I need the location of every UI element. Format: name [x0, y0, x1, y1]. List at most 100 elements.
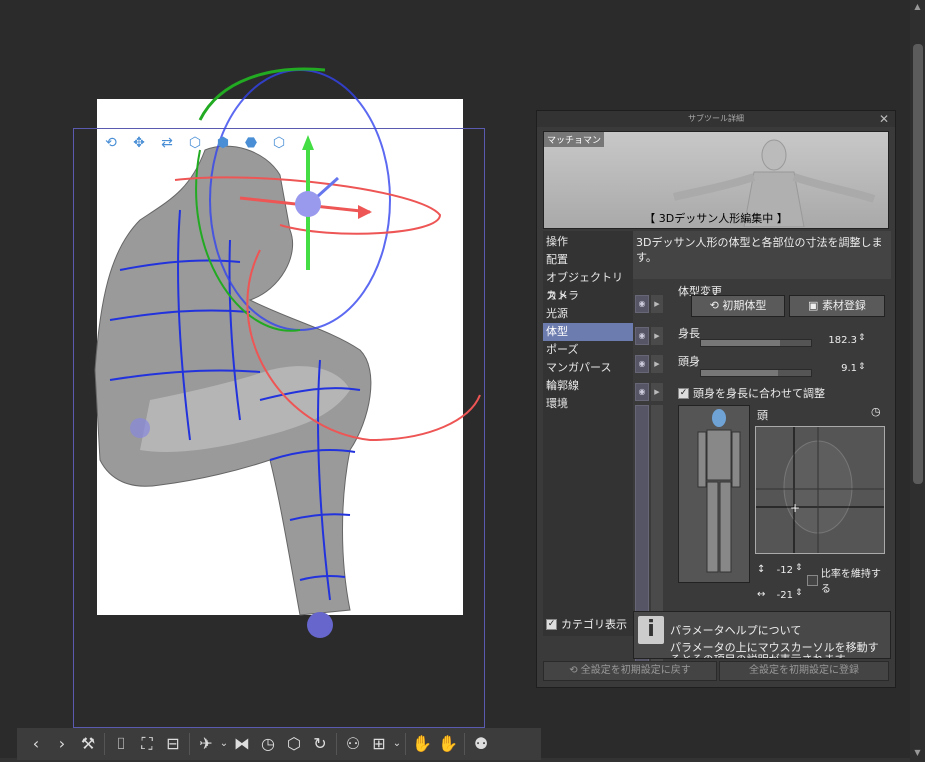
scroll-down-icon[interactable]: ▼	[911, 748, 924, 758]
figure-preview: マッチョマン 【 3Dデッサン人形編集中 】	[543, 131, 889, 229]
register-material-label: 素材登録	[821, 299, 866, 312]
category-item-light[interactable]: 光源	[543, 305, 633, 323]
register-material-button[interactable]: ▣ 素材登録	[789, 295, 885, 317]
right-hand-icon[interactable]: ✋	[435, 731, 461, 757]
object-ground-icon[interactable]: ⬡	[268, 134, 290, 152]
toolbar-divider	[464, 733, 465, 755]
fit-icon[interactable]: ⛶	[134, 731, 160, 757]
3d-figure-model[interactable]	[0, 0, 520, 700]
reset-icon: ⟲	[709, 299, 723, 312]
head-to-height-label: 頭身を身長に合わせて調整	[693, 387, 825, 400]
object-turn-icon[interactable]: ⬣	[240, 134, 262, 152]
height-value[interactable]: 182.3	[815, 335, 857, 346]
next-icon[interactable]: ›	[49, 731, 75, 757]
register-initial-button[interactable]: 全設定を初期設定に登録	[719, 661, 889, 681]
expand-arrow-icon[interactable]: ▶	[651, 355, 663, 373]
category-item-manga-perspective[interactable]: マンガパース	[543, 359, 633, 377]
expand-arrow-icon[interactable]: ▶	[651, 295, 663, 313]
head-outline-icon: +	[756, 427, 884, 553]
scroll-up-icon[interactable]: ▲	[911, 2, 924, 12]
save-icon[interactable]: ⬡	[281, 731, 307, 757]
height-slider[interactable]	[700, 339, 812, 347]
chevron-down-icon[interactable]: ⌄	[392, 731, 402, 757]
body-part-figure-icon	[697, 409, 741, 573]
horizontal-arrow-icon: ↔	[757, 589, 766, 600]
eye-icon[interactable]: ◉	[635, 295, 649, 313]
parameter-help: i パラメータヘルプについて パラメータの上にマウスカーソルを移動するとその項目…	[633, 611, 891, 659]
expand-arrow-icon[interactable]: ▶	[651, 383, 663, 401]
category-item-environment[interactable]: 環境	[543, 395, 633, 413]
vertical-arrow-icon: ↕	[757, 564, 766, 575]
preview-model-name: マッチョマン	[544, 132, 605, 147]
height-slider-fill	[701, 340, 781, 346]
head-to-height-toggle[interactable]: ✓ 頭身を身長に合わせて調整	[678, 385, 825, 401]
rotate-icon[interactable]: ↻	[307, 731, 333, 757]
panel-bottom-bar: ⟲ 全設定を初期設定に戻す 全設定を初期設定に登録	[543, 661, 889, 681]
category-item-operation[interactable]: 操作	[543, 233, 633, 251]
body-shape-properties: 体型変更 ⟲ 初期体型 ▣ 素材登録 身長 182.3 ⇕ 頭身 9.1 ⇕ ✓…	[675, 283, 890, 613]
model-icon[interactable]: ⚉	[468, 731, 494, 757]
vertical-spinner-icon[interactable]: ⇕	[795, 563, 803, 573]
expand-arrow-icon[interactable]: ▶	[651, 327, 663, 345]
horizontal-spinner-icon[interactable]: ⇕	[795, 588, 803, 598]
category-display-checkbox[interactable]: ✓	[546, 618, 557, 630]
part-reset-icon[interactable]: ◷	[871, 405, 881, 418]
close-icon[interactable]: ✕	[879, 111, 889, 127]
eye-icon[interactable]: ◉	[635, 383, 649, 401]
category-item-camera[interactable]: カメラ	[543, 287, 633, 305]
wrench-icon[interactable]: ⚒	[75, 731, 101, 757]
initial-body-button[interactable]: ⟲ 初期体型	[691, 295, 785, 317]
body-icon[interactable]: ⊞	[366, 731, 392, 757]
head-to-height-checkbox[interactable]: ✓	[678, 387, 689, 399]
info-icon: i	[638, 616, 664, 644]
camera-icon[interactable]: ⌷	[108, 731, 134, 757]
svg-text:+: +	[790, 501, 800, 515]
eye-icon[interactable]: ◉	[635, 355, 649, 373]
figure-icon[interactable]: ⚇	[340, 731, 366, 757]
category-list: 操作 配置 オブジェクトリスト カメラ 光源 体型 ポーズ マンガパース 輪郭線…	[543, 231, 633, 636]
help-title: パラメータヘルプについて	[670, 624, 802, 637]
horizontal-value[interactable]: -21	[769, 590, 793, 601]
head-ratio-slider[interactable]	[700, 369, 812, 377]
category-item-placement[interactable]: 配置	[543, 251, 633, 269]
subtool-detail-panel: サブツール詳細 ✕ マッチョマン 【 3Dデッサン人形編集中 】 操作 配置 オ…	[536, 110, 896, 688]
height-spinner-icon[interactable]: ⇕	[858, 333, 866, 343]
head-ratio-spinner-icon[interactable]: ⇕	[858, 362, 866, 372]
body-part-selector[interactable]	[678, 405, 750, 583]
category-item-body-shape[interactable]: 体型	[543, 323, 633, 341]
category-description: 3Dデッサン人形の体型と各部位の寸法を調整します。	[633, 231, 891, 279]
part-scale-pad[interactable]: +	[755, 426, 885, 554]
vertical-scroll-thumb[interactable]	[913, 44, 923, 484]
flip-icon[interactable]: ⧓	[229, 731, 255, 757]
head-ratio-label: 頭身	[678, 355, 700, 368]
object-move-icon[interactable]: ⬡	[184, 134, 206, 152]
camera-pan-icon[interactable]: ✥	[128, 134, 150, 152]
ground-icon[interactable]: ⊟	[160, 731, 186, 757]
reset-all-button[interactable]: ⟲ 全設定を初期設定に戻す	[543, 661, 717, 681]
camera-dolly-icon[interactable]: ⇄	[156, 134, 178, 152]
vertical-value[interactable]: -12	[769, 565, 793, 576]
pose-icon[interactable]: ✈	[193, 731, 219, 757]
camera-rotate-icon[interactable]: ⟲	[100, 134, 122, 152]
keep-ratio-checkbox[interactable]	[807, 574, 818, 586]
help-text: パラメータの上にマウスカーソルを移動するとその項目の説明が表示されます	[670, 641, 879, 659]
object-rotate-icon[interactable]: ⬢	[212, 134, 234, 152]
category-item-object-list[interactable]: オブジェクトリスト	[543, 269, 633, 302]
panel-title: サブツール詳細	[537, 111, 895, 127]
height-label: 身長	[678, 327, 700, 340]
figure-manipulator-icons: ⟲ ✥ ⇄ ⬡ ⬢ ⬣ ⬡	[100, 134, 290, 152]
selected-part-label: 頭	[757, 409, 768, 422]
prev-icon[interactable]: ‹	[23, 731, 49, 757]
category-item-outline[interactable]: 輪郭線	[543, 377, 633, 395]
initial-body-label: 初期体型	[722, 299, 767, 312]
category-display-toggle[interactable]: ✓ カテゴリ表示	[546, 616, 627, 632]
left-hand-icon[interactable]: ✋	[409, 731, 435, 757]
reset-icon[interactable]: ◷	[255, 731, 281, 757]
chevron-down-icon[interactable]: ⌄	[219, 731, 229, 757]
preview-caption: 【 3Dデッサン人形編集中 】	[644, 212, 788, 225]
category-item-pose[interactable]: ポーズ	[543, 341, 633, 359]
keep-ratio-label: 比率を維持する	[820, 569, 881, 595]
keep-ratio-toggle[interactable]: 比率を維持する	[807, 565, 890, 595]
eye-icon[interactable]: ◉	[635, 327, 649, 345]
head-ratio-value[interactable]: 9.1	[815, 363, 857, 374]
